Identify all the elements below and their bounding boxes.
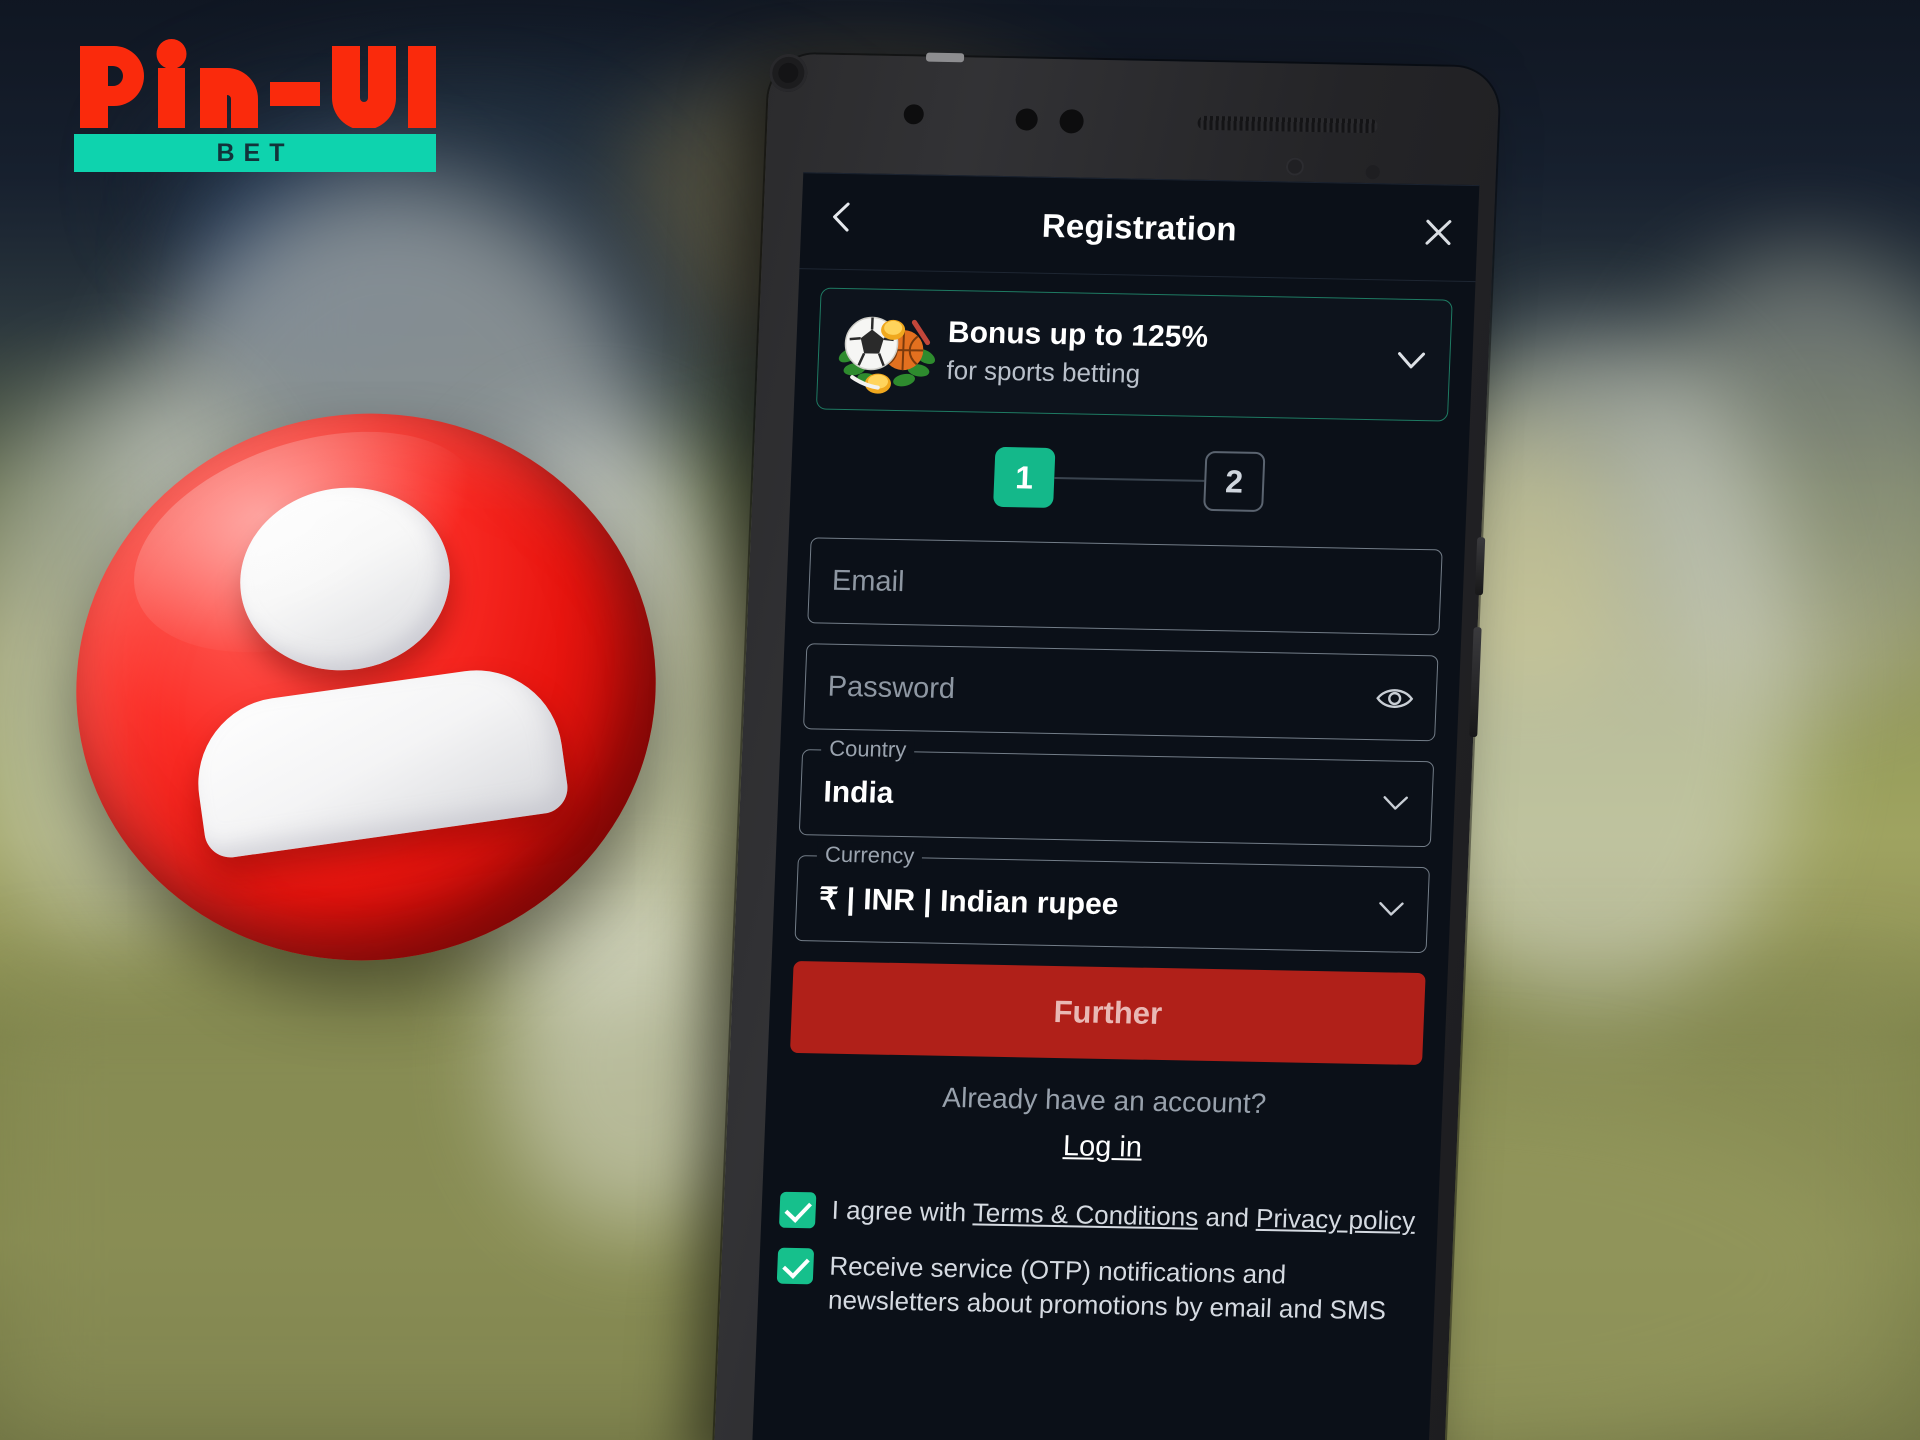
password-field[interactable]: Password — [802, 643, 1439, 742]
step-connector — [1054, 476, 1205, 482]
consent-row-terms: I agree with Terms & Conditions and Priv… — [778, 1191, 1420, 1240]
consent-row-otp: Receive service (OTP) notifications and … — [775, 1247, 1418, 1329]
registration-header: Registration — [799, 173, 1480, 283]
consent-checkboxes: I agree with Terms & Conditions and Priv… — [775, 1191, 1420, 1329]
earpiece-speaker-icon — [1197, 115, 1378, 134]
terms-middle: and — [1197, 1201, 1257, 1233]
bonus-text: Bonus up to 125% for sports betting — [938, 316, 1391, 394]
page-title: Registration — [1041, 206, 1238, 247]
currency-value: ₹ | INR | Indian rupee — [818, 881, 1120, 921]
logo-bet-banner: BET — [74, 134, 436, 172]
close-icon[interactable] — [1421, 215, 1456, 250]
registration-steps: 1 2 — [790, 443, 1468, 516]
login-prompt-text: Already have an account? — [941, 1081, 1267, 1120]
email-placeholder: Email — [831, 564, 906, 598]
step-1-indicator[interactable]: 1 — [993, 446, 1056, 508]
otp-text: Receive service (OTP) notifications and … — [827, 1250, 1387, 1326]
country-select[interactable]: Country India — [798, 735, 1435, 848]
proximity-sensor-icon — [1015, 108, 1039, 131]
country-value: India — [822, 775, 895, 810]
bonus-subtitle: for sports betting — [945, 354, 1141, 389]
bonus-title: Bonus up to 125% — [947, 316, 1209, 355]
pin-up-wordmark-icon — [80, 39, 436, 128]
country-label: Country — [820, 735, 915, 764]
email-field[interactable]: Email — [807, 537, 1443, 636]
terms-conditions-link[interactable]: Terms & Conditions — [972, 1197, 1199, 1231]
chevron-down-icon[interactable] — [1381, 793, 1410, 812]
sports-balls-icon — [833, 303, 941, 397]
log-in-link[interactable]: Log in — [1062, 1130, 1142, 1164]
smartphone-mockup: Registration Bonus up to 125% for sports… — [713, 52, 1501, 1440]
phone-screen: Registration Bonus up to 125% for sports… — [751, 172, 1480, 1440]
currency-select[interactable]: Currency ₹ | INR | Indian rupee — [794, 841, 1430, 954]
password-placeholder: Password — [827, 670, 956, 705]
phone-antenna-band — [925, 52, 965, 63]
chevron-down-icon[interactable] — [1388, 337, 1434, 382]
secondary-sensor-icon — [1285, 157, 1305, 176]
terms-checkbox[interactable] — [778, 1191, 817, 1229]
privacy-policy-link[interactable]: Privacy policy — [1256, 1203, 1416, 1236]
further-button[interactable]: Further — [789, 960, 1426, 1066]
pin-up-bet-logo: BET — [74, 28, 436, 172]
eye-icon[interactable] — [1375, 681, 1414, 716]
terms-prefix: I agree with — [831, 1194, 974, 1228]
user-profile-3d-icon — [40, 376, 692, 998]
phone-top-bezel — [765, 52, 1500, 186]
led-indicator-icon — [1365, 164, 1381, 180]
bonus-banner[interactable]: Bonus up to 125% for sports betting — [815, 287, 1453, 422]
logo-bet-text: BET — [216, 138, 294, 167]
iris-scanner-icon — [768, 53, 809, 93]
currency-label: Currency — [816, 841, 923, 870]
chevron-down-icon[interactable] — [1377, 899, 1406, 918]
otp-checkbox[interactable] — [776, 1247, 815, 1285]
registration-form: Email Password Country India Currency ₹ … — [794, 537, 1443, 954]
light-sensor-icon — [1059, 109, 1085, 134]
back-chevron-icon[interactable] — [825, 200, 860, 235]
terms-text: I agree with Terms & Conditions and Priv… — [831, 1193, 1416, 1238]
screenshot-stage: BET Registration Bonus up to 125% for sp… — [0, 0, 1920, 1440]
step-2-indicator[interactable]: 2 — [1203, 450, 1266, 513]
front-camera-icon — [903, 104, 925, 125]
